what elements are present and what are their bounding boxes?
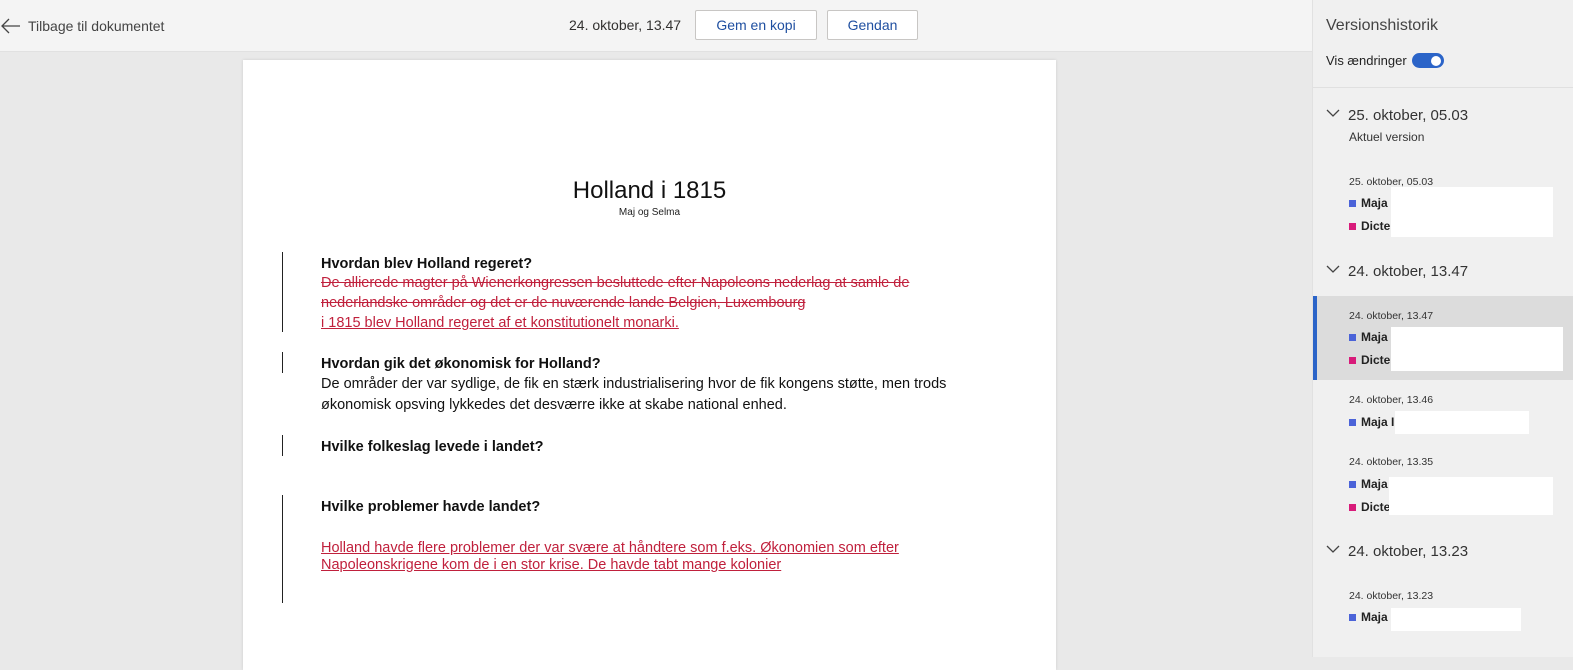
top-bar: Tilbage til dokumentet 24. oktober, 13.4… [0,0,1312,52]
change-bar [282,252,283,332]
inserted-text: Napoleonskrigene kom de i en stor krise.… [321,557,782,573]
author-color-swatch [1349,222,1356,230]
version-group-header[interactable]: 24. oktober, 13.47 [1326,262,1468,281]
author-color-swatch [1349,480,1356,488]
author-item: Maja [1349,477,1388,491]
redaction-box [1391,187,1553,237]
toggle-knob [1431,55,1441,66]
version-entry[interactable]: 24. oktober, 13.47 Maja Dicte [1313,296,1573,380]
redaction-box [1389,477,1553,515]
version-entry[interactable]: 24. oktober, 13.23 Maja [1313,578,1573,640]
deleted-text: De allierede magter på Wienerkongressen … [321,275,910,291]
author-name: Dicte [1361,353,1391,367]
document-page: Holland i 1815 Maj og Selma Hvordan blev… [243,60,1056,670]
redaction-box [1395,411,1529,434]
change-bar [282,495,283,603]
save-copy-button[interactable]: Gem en kopi [695,10,817,40]
redaction-box [1391,327,1563,371]
section-heading: Hvordan gik det økonomisk for Holland? [321,356,601,372]
back-label: Tilbage til dokumentet [28,18,165,34]
redaction-box [1391,608,1521,631]
document-title: Holland i 1815 [572,177,727,204]
back-to-document-link[interactable]: Tilbage til dokumentet [0,15,164,37]
author-item: Dicte [1349,353,1390,367]
deleted-text: nederlandske områder og det er de nuvære… [321,295,806,311]
version-timestamp: 24. oktober, 13.46 [1349,394,1434,406]
version-timestamp: 24. oktober, 13.23 [1349,590,1434,602]
section-heading: Hvordan blev Holland regeret? [321,256,533,272]
version-group-label: 25. oktober, 05.03 [1348,107,1469,124]
author-item: Maja [1349,610,1388,624]
author-color-swatch [1349,333,1356,341]
version-entry[interactable]: 25. oktober, 05.03 Maja Dicte [1313,162,1573,248]
author-name: Maja [1361,610,1388,624]
show-changes-toggle[interactable] [1412,53,1444,68]
author-name: Maja I [1361,415,1395,429]
author-name: Maja [1361,196,1388,210]
author-item: Dicte [1349,500,1390,514]
author-color-swatch [1349,356,1356,364]
author-item: Maja I [1349,415,1394,429]
version-entry[interactable]: 24. oktober, 13.46 Maja I [1313,382,1573,438]
author-name: Dicte [1361,500,1391,514]
version-timestamp: 24. oktober, 13.35 [1349,456,1434,468]
author-name: Dicte [1361,219,1391,233]
restore-button[interactable]: Gendan [827,10,918,40]
author-name: Maja [1361,330,1388,344]
chevron-down-icon [1326,106,1340,125]
author-color-swatch [1349,613,1356,621]
selected-indicator [1313,296,1317,380]
chevron-down-icon [1326,262,1340,281]
version-group-label: 24. oktober, 13.23 [1348,543,1469,560]
document-subtitle: Maj og Selma [618,207,681,218]
body-text: økonomisk opsving lykkedes det desværre … [321,397,787,413]
body-text: De områder der var sydlige, de fik en st… [321,376,947,392]
show-changes-label: Vis ændringer [1326,53,1407,68]
author-item: Dicte [1349,219,1390,233]
arrow-left-icon [0,15,22,37]
change-bar [282,435,283,456]
author-item: Maja [1349,330,1388,344]
current-version-label: Aktuel version [1349,130,1425,144]
section-heading: Hvilke problemer havde landet? [321,499,541,515]
change-bar [282,352,283,373]
version-timestamp: 24. oktober, 13.47 [1349,310,1434,322]
chevron-down-icon [1326,542,1340,561]
version-group-header[interactable]: 24. oktober, 13.23 [1326,542,1468,561]
inserted-text: i 1815 blev Holland regeret af et konsti… [321,315,679,331]
author-item: Maja [1349,196,1388,210]
author-color-swatch [1349,199,1356,207]
divider [1313,87,1573,88]
section-heading: Hvilke folkeslag levede i landet? [321,439,544,455]
version-timestamp: 24. oktober, 13.47 [569,17,682,33]
author-color-swatch [1349,503,1356,511]
panel-title: Versionshistorik [1326,17,1439,34]
version-group-label: 24. oktober, 13.47 [1348,263,1469,280]
version-history-panel: Versionshistorik Vis ændringer 25. oktob… [1312,0,1573,657]
version-entry[interactable]: 24. oktober, 13.35 Maja Dicte [1313,444,1573,530]
author-name: Maja [1361,477,1388,491]
version-group-header[interactable]: 25. oktober, 05.03 [1326,106,1468,125]
author-color-swatch [1349,418,1356,426]
